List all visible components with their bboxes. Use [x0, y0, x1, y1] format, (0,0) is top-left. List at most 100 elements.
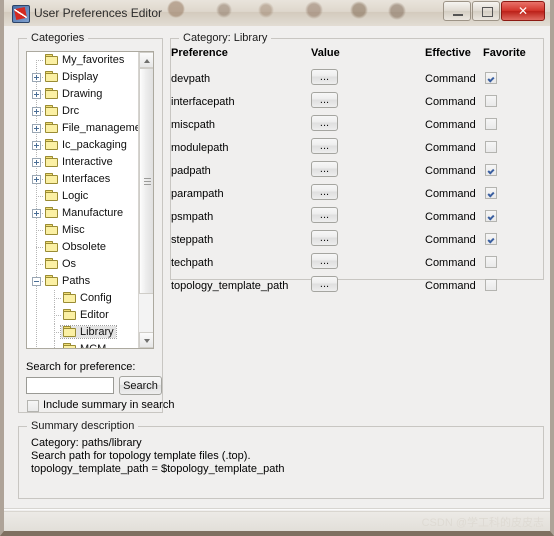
preference-name: topology_template_path: [171, 280, 289, 292]
preference-row[interactable]: techpath... Command: [171, 253, 543, 276]
tree-item-label: Misc: [43, 224, 87, 236]
tree-item-misc[interactable]: Misc: [27, 222, 139, 239]
preference-row[interactable]: interfacepath... Command: [171, 92, 543, 115]
tree-item-label: Manufacture: [43, 207, 125, 219]
scroll-up-arrow-icon[interactable]: [139, 52, 153, 68]
preference-value-browse-button[interactable]: ...: [311, 276, 338, 292]
tree-item-library[interactable]: Library: [27, 324, 139, 341]
preference-row[interactable]: miscpath... Command: [171, 115, 543, 138]
tree-item-paths[interactable]: Paths: [27, 273, 139, 290]
expand-plus-icon[interactable]: [32, 73, 41, 82]
tree-item-ic_packaging[interactable]: Ic_packaging: [27, 137, 139, 154]
tree-item-display[interactable]: Display: [27, 69, 139, 86]
summary-description-text: Category: paths/library Search path for t…: [31, 437, 285, 476]
tree-connector: [54, 298, 61, 299]
preference-effective-scope: Command: [425, 257, 476, 269]
folder-icon: [45, 88, 58, 99]
preference-effective-scope: Command: [425, 234, 476, 246]
tree-item-label: Config: [61, 292, 114, 304]
search-button[interactable]: Search: [119, 376, 162, 395]
preference-row[interactable]: steppath... Command: [171, 230, 543, 253]
preference-row[interactable]: padpath... Command: [171, 161, 543, 184]
expand-plus-icon[interactable]: [32, 90, 41, 99]
preference-value-browse-button[interactable]: ...: [311, 115, 338, 131]
preference-row[interactable]: psmpath... Command: [171, 207, 543, 230]
preference-value-browse-button[interactable]: ...: [311, 207, 338, 223]
preference-favorite-checkbox[interactable]: [485, 256, 497, 268]
folder-icon: [45, 71, 58, 82]
expand-plus-icon[interactable]: [32, 175, 41, 184]
close-button[interactable]: ✕: [501, 1, 545, 21]
summary-line: topology_template_path = $topology_templ…: [31, 463, 285, 475]
preference-value-browse-button[interactable]: ...: [311, 138, 338, 154]
tree-item-obsolete[interactable]: Obsolete: [27, 239, 139, 256]
preference-favorite-checkbox[interactable]: [485, 210, 497, 222]
expand-plus-icon[interactable]: [32, 209, 41, 218]
tree-item-label: MCM: [61, 343, 108, 348]
expand-plus-icon[interactable]: [32, 107, 41, 116]
preference-value-browse-button[interactable]: ...: [311, 230, 338, 246]
folder-icon: [45, 105, 58, 116]
categories-tree-items: My_favorites Display Drawing Drc File_manage…: [27, 52, 139, 348]
expand-plus-icon[interactable]: [32, 141, 41, 150]
preference-row[interactable]: modulepath... Command: [171, 138, 543, 161]
preference-favorite-checkbox[interactable]: [485, 118, 497, 130]
tree-item-manufacture[interactable]: Manufacture: [27, 205, 139, 222]
tree-item-drc[interactable]: Drc: [27, 103, 139, 120]
preference-row[interactable]: devpath... Command: [171, 69, 543, 92]
preference-value-browse-button[interactable]: ...: [311, 161, 338, 177]
include-summary-checkbox[interactable]: [27, 400, 39, 412]
minimize-button[interactable]: [443, 1, 471, 21]
tree-item-drawing[interactable]: Drawing: [27, 86, 139, 103]
watermark-text: CSDN @学工科的皮皮志: [421, 517, 544, 529]
tree-item-interactive[interactable]: Interactive: [27, 154, 139, 171]
preference-effective-scope: Command: [425, 165, 476, 177]
tree-item-label: Editor: [61, 309, 111, 321]
preference-name: devpath: [171, 73, 211, 85]
expand-plus-icon[interactable]: [32, 124, 41, 133]
search-input[interactable]: [26, 377, 114, 394]
preference-favorite-checkbox[interactable]: [485, 279, 497, 291]
preference-value-browse-button[interactable]: ...: [311, 184, 338, 200]
categories-tree[interactable]: My_favorites Display Drawing Drc File_manage…: [26, 51, 154, 349]
tree-item-logic[interactable]: Logic: [27, 188, 139, 205]
preference-favorite-checkbox[interactable]: [485, 233, 497, 245]
maximize-icon: [473, 2, 499, 20]
folder-icon: [45, 139, 58, 150]
preference-effective-scope: Command: [425, 73, 476, 85]
maximize-button[interactable]: [472, 1, 500, 21]
tree-connector: [36, 247, 43, 248]
preference-favorite-checkbox[interactable]: [485, 164, 497, 176]
folder-icon: [45, 122, 58, 133]
tree-item-label: Logic: [43, 190, 90, 202]
folder-icon: [45, 207, 58, 218]
preference-name: parampath: [171, 188, 224, 200]
preference-favorite-checkbox[interactable]: [485, 95, 497, 107]
scroll-down-arrow-icon[interactable]: [139, 332, 153, 348]
expand-plus-icon[interactable]: [32, 158, 41, 167]
preference-favorite-checkbox[interactable]: [485, 187, 497, 199]
summary-description-group: Summary description Category: paths/libr…: [18, 420, 544, 499]
preference-value-browse-button[interactable]: ...: [311, 92, 338, 108]
tree-item-label: Drc: [43, 105, 81, 117]
tree-item-file_management[interactable]: File_management: [27, 120, 139, 137]
categories-tree-scrollbar[interactable]: [138, 52, 153, 348]
collapse-minus-icon[interactable]: [32, 277, 41, 286]
tree-guide-line: [54, 290, 55, 307]
tree-item-interfaces[interactable]: Interfaces: [27, 171, 139, 188]
tree-item-os[interactable]: Os: [27, 256, 139, 273]
preference-value-browse-button[interactable]: ...: [311, 69, 338, 85]
preference-row[interactable]: topology_template_path... Command: [171, 276, 543, 299]
tree-item-mcm[interactable]: MCM: [27, 341, 139, 348]
title-bar[interactable]: User Preferences Editor ✕: [4, 0, 550, 27]
preference-favorite-checkbox[interactable]: [485, 141, 497, 153]
scrollbar-thumb[interactable]: [139, 68, 153, 294]
tree-connector: [36, 196, 43, 197]
dialog-client-area: Categories My_favorites Display Drawing Drc…: [4, 26, 550, 531]
preference-row[interactable]: parampath... Command: [171, 184, 543, 207]
tree-item-my_favorites[interactable]: My_favorites: [27, 52, 139, 69]
preference-favorite-checkbox[interactable]: [485, 72, 497, 84]
tree-item-config[interactable]: Config: [27, 290, 139, 307]
tree-item-editor[interactable]: Editor: [27, 307, 139, 324]
preference-value-browse-button[interactable]: ...: [311, 253, 338, 269]
